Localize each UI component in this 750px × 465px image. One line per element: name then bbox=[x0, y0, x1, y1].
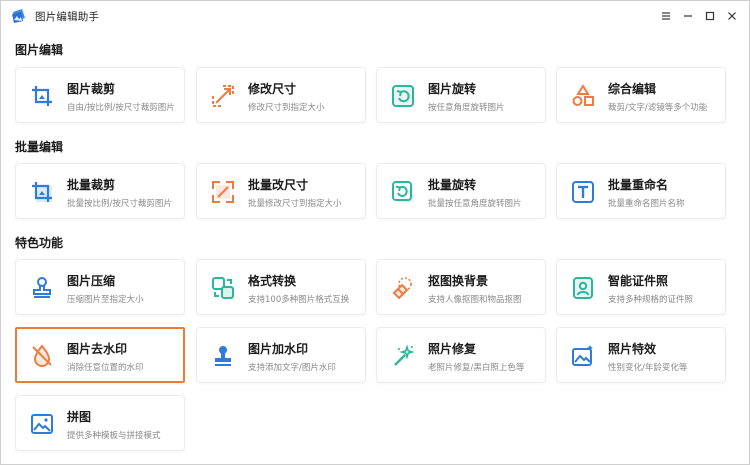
rename-icon bbox=[569, 178, 597, 206]
app-window: 图片编辑助手 图片编辑 图片裁剪 自由/按比例/按尺寸裁剪图片 修改尺寸 修改尺… bbox=[0, 0, 750, 465]
card-batch-rotate[interactable]: 批量旋转 批量按任意角度旋转图片 bbox=[376, 163, 546, 219]
batch-resize-icon bbox=[209, 178, 237, 206]
card-add-watermark[interactable]: 图片加水印 支持添加文字/图片水印 bbox=[196, 327, 366, 383]
card-title: 综合编辑 bbox=[608, 82, 657, 96]
card-crop[interactable]: 图片裁剪 自由/按比例/按尺寸裁剪图片 bbox=[15, 67, 185, 123]
card-desc: 支持多种规格的证件照 bbox=[608, 295, 694, 305]
card-photo-repair[interactable]: 照片修复 老照片修复/黑白照上色等 bbox=[376, 327, 546, 383]
card-title: 批量改尺寸 bbox=[248, 178, 309, 192]
card-desc: 批量重命名图片名称 bbox=[608, 199, 685, 209]
card-desc: 批量按任意角度旋转图片 bbox=[428, 199, 522, 209]
card-desc: 性别变化/年龄变化等 bbox=[608, 363, 688, 373]
photo-effect-icon bbox=[569, 342, 597, 370]
convert-icon bbox=[209, 274, 237, 302]
card-title: 图片裁剪 bbox=[67, 82, 116, 96]
card-desc: 批量按比例/按尺寸裁剪图片 bbox=[67, 199, 172, 209]
close-icon[interactable] bbox=[723, 7, 741, 25]
card-comprehensive-edit[interactable]: 综合编辑 裁剪/文字/滤镜等多个功能 bbox=[556, 67, 726, 123]
card-title: 照片修复 bbox=[428, 342, 477, 356]
card-title: 照片特效 bbox=[608, 342, 657, 356]
magic-wand-icon bbox=[389, 342, 417, 370]
card-batch-crop[interactable]: 批量裁剪 批量按比例/按尺寸裁剪图片 bbox=[15, 163, 185, 219]
card-title: 批量旋转 bbox=[428, 178, 477, 192]
shapes-icon bbox=[569, 82, 597, 110]
card-resize[interactable]: 修改尺寸 修改尺寸到指定大小 bbox=[196, 67, 366, 123]
card-compress[interactable]: 图片压缩 压缩图片至指定大小 bbox=[15, 259, 185, 315]
resize-icon bbox=[209, 82, 237, 110]
maximize-icon[interactable] bbox=[701, 7, 719, 25]
card-title: 修改尺寸 bbox=[248, 82, 297, 96]
card-batch-rename[interactable]: 批量重命名 批量重命名图片名称 bbox=[556, 163, 726, 219]
card-remove-watermark[interactable]: 图片去水印 消除任意位置的水印 bbox=[15, 327, 185, 383]
card-desc: 支持添加文字/图片水印 bbox=[248, 363, 336, 373]
card-desc: 压缩图片至指定大小 bbox=[67, 295, 144, 305]
app-title: 图片编辑助手 bbox=[35, 11, 100, 23]
card-photo-effects[interactable]: 照片特效 性别变化/年龄变化等 bbox=[556, 327, 726, 383]
rotate-icon bbox=[389, 82, 417, 110]
crop-icon bbox=[28, 82, 56, 110]
section-title-features: 特色功能 bbox=[15, 236, 64, 250]
card-cutout-background[interactable]: 抠图换背景 支持人像抠图和物品抠图 bbox=[376, 259, 546, 315]
card-desc: 老照片修复/黑白照上色等 bbox=[428, 363, 525, 373]
card-title: 格式转换 bbox=[248, 274, 297, 288]
card-title: 图片旋转 bbox=[428, 82, 477, 96]
card-desc: 消除任意位置的水印 bbox=[67, 363, 144, 373]
section-title-edit: 图片编辑 bbox=[15, 43, 64, 57]
add-watermark-icon bbox=[209, 342, 237, 370]
stamp-icon bbox=[28, 274, 56, 302]
card-format-convert[interactable]: 格式转换 支持100多种图片格式互换 bbox=[196, 259, 366, 315]
minimize-icon[interactable] bbox=[679, 7, 697, 25]
card-desc: 自由/按比例/按尺寸裁剪图片 bbox=[67, 103, 175, 113]
card-rotate[interactable]: 图片旋转 按任意角度旋转图片 bbox=[376, 67, 546, 123]
card-title: 批量裁剪 bbox=[67, 178, 116, 192]
card-title: 抠图换背景 bbox=[428, 274, 489, 288]
card-desc: 支持100多种图片格式互换 bbox=[248, 295, 350, 305]
app-logo-icon bbox=[11, 8, 27, 24]
card-collage[interactable]: 拼图 提供多种模板与拼接模式 bbox=[15, 395, 185, 451]
card-desc: 提供多种模板与拼接模式 bbox=[67, 431, 161, 441]
card-desc: 修改尺寸到指定大小 bbox=[248, 103, 325, 113]
eraser-icon bbox=[389, 274, 417, 302]
card-batch-resize[interactable]: 批量改尺寸 批量修改尺寸到指定大小 bbox=[196, 163, 366, 219]
menu-icon[interactable] bbox=[657, 7, 675, 25]
section-title-batch: 批量编辑 bbox=[15, 140, 64, 154]
card-title: 拼图 bbox=[67, 410, 92, 424]
card-title: 图片去水印 bbox=[67, 342, 128, 356]
card-smart-id-photo[interactable]: 智能证件照 支持多种规格的证件照 bbox=[556, 259, 726, 315]
id-photo-icon bbox=[569, 274, 597, 302]
card-desc: 批量修改尺寸到指定大小 bbox=[248, 199, 342, 209]
card-title: 批量重命名 bbox=[608, 178, 669, 192]
collage-icon bbox=[28, 410, 56, 438]
card-title: 图片加水印 bbox=[248, 342, 309, 356]
batch-rotate-icon bbox=[389, 178, 417, 206]
title-bar: 图片编辑助手 bbox=[1, 1, 749, 31]
batch-crop-icon bbox=[28, 178, 56, 206]
window-controls bbox=[657, 7, 741, 25]
card-desc: 支持人像抠图和物品抠图 bbox=[428, 295, 522, 305]
card-desc: 按任意角度旋转图片 bbox=[428, 103, 505, 113]
card-title: 图片压缩 bbox=[67, 274, 116, 288]
card-title: 智能证件照 bbox=[608, 274, 669, 288]
card-desc: 裁剪/文字/滤镜等多个功能 bbox=[608, 103, 708, 113]
remove-watermark-icon bbox=[28, 342, 56, 370]
